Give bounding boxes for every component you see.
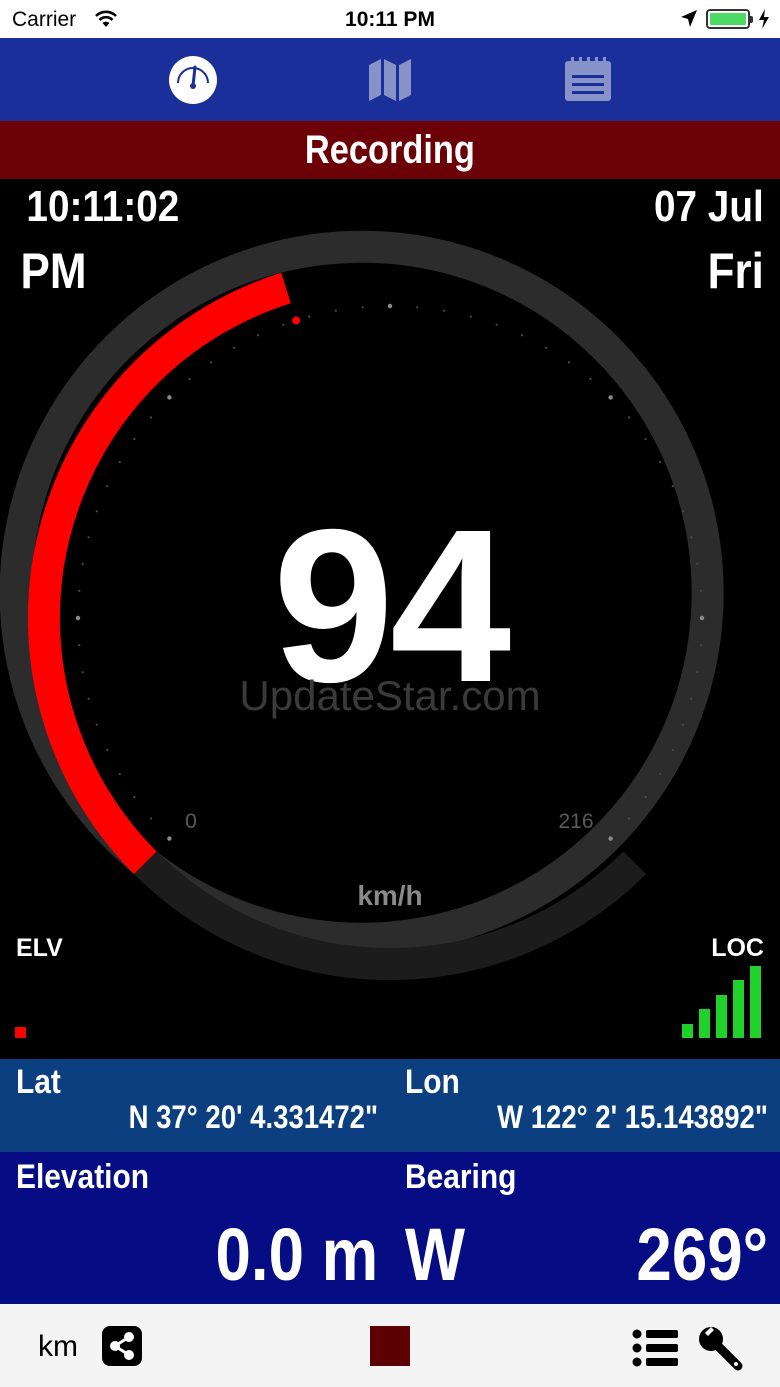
gauge-tick <box>469 315 472 318</box>
gauge-tick <box>682 723 685 726</box>
status-bar: Carrier 10:11 PM <box>0 0 780 38</box>
gauge-tick <box>188 377 191 381</box>
longitude-label: Lon <box>405 1063 460 1101</box>
gauge-tick <box>589 377 592 381</box>
gauge-tick <box>699 644 702 647</box>
tab-log[interactable] <box>561 53 615 107</box>
recording-banner: Recording <box>0 121 780 179</box>
gauge-tick <box>699 589 702 592</box>
recording-label: Recording <box>304 128 476 172</box>
gauge-tick <box>644 795 647 799</box>
signal-bar <box>750 966 761 1038</box>
gauge-tick <box>608 395 613 400</box>
signal-bar <box>733 980 744 1038</box>
list-button[interactable] <box>632 1328 680 1368</box>
charging-bolt-icon <box>758 9 770 35</box>
gauge-tick <box>106 748 109 752</box>
gauge-tick <box>282 323 285 326</box>
gauge-tick <box>659 460 662 464</box>
speed-unit-label: km/h <box>357 880 422 911</box>
gauge-tick <box>387 303 393 309</box>
speedometer-icon <box>169 56 217 104</box>
longitude-value: W 122° 2' 15.143892" <box>497 1099 768 1135</box>
location-signal-bars <box>682 966 768 1038</box>
gauge-max-label: 216 <box>558 810 593 833</box>
gauge-tick <box>416 306 419 309</box>
gauge-tick <box>671 748 674 752</box>
gauge-tick <box>308 315 311 318</box>
gauge-tick <box>149 817 153 820</box>
latitude-value: N 37° 20' 4.331472" <box>128 1099 378 1135</box>
gauge-tick <box>334 309 337 312</box>
gauge-min-label: 0 <box>185 810 197 833</box>
gauge-tick <box>608 836 613 841</box>
map-icon <box>369 59 411 101</box>
gauge-tick <box>106 485 109 488</box>
share-button[interactable] <box>102 1326 142 1366</box>
gauge-tick <box>544 346 548 349</box>
gauge-tick <box>78 589 81 592</box>
gauge-tick <box>671 485 674 488</box>
gauge-tick <box>167 395 172 400</box>
settings-button[interactable] <box>696 1324 744 1372</box>
gauge-tick <box>495 323 498 326</box>
unit-toggle[interactable]: km <box>38 1330 78 1364</box>
bottom-toolbar: km <box>0 1304 780 1387</box>
gauge-tick <box>699 615 705 621</box>
status-time: 10:11 PM <box>345 8 435 31</box>
gauge-tick <box>232 346 236 349</box>
gauge-tick <box>118 460 121 464</box>
gauge-tick <box>75 615 81 621</box>
latitude-label: Lat <box>16 1063 61 1101</box>
elevation-label: Elevation <box>16 1158 150 1196</box>
gauge-tick <box>133 795 136 799</box>
gauge-tick <box>696 562 699 565</box>
watermark: UpdateStar.com <box>239 672 541 719</box>
gauge-tick <box>95 510 98 513</box>
bearing-label: Bearing <box>405 1158 517 1196</box>
tab-bar <box>0 38 780 121</box>
gauge-tick <box>443 309 446 312</box>
gauge-tick <box>659 772 662 776</box>
gauge-tick <box>690 536 693 539</box>
signal-bar <box>682 1023 693 1038</box>
gauge-tick <box>87 536 90 539</box>
gauge-tick <box>627 817 631 820</box>
elevation-indicator-dot <box>15 1027 26 1038</box>
gauge-needle-dot <box>292 316 301 325</box>
tab-map[interactable] <box>363 53 417 107</box>
gauge-tick <box>644 437 647 441</box>
tab-speedometer[interactable] <box>166 53 220 107</box>
gauge-tick <box>78 644 81 647</box>
gauge-tick <box>118 772 121 776</box>
bearing-direction: W <box>405 1213 466 1296</box>
gauge-tick <box>627 416 631 419</box>
list-icon <box>632 1329 678 1367</box>
gauge-tick <box>567 361 571 364</box>
stop-recording-button[interactable] <box>370 1326 410 1366</box>
readouts-panel: Elevation 0.0 m Bearing W 269° <box>0 1152 780 1304</box>
share-icon <box>102 1326 142 1366</box>
gauge-tick <box>133 437 136 441</box>
coordinates-panel: Lat N 37° 20' 4.331472" Lon W 122° 2' 15… <box>0 1059 780 1152</box>
gauge-tick <box>167 836 172 841</box>
location-arrow-icon <box>680 9 698 35</box>
bearing-degrees: 269° <box>636 1213 768 1296</box>
battery-icon <box>706 9 753 29</box>
elevation-value: 0.0 m <box>215 1213 378 1296</box>
gauge-tick <box>95 723 98 726</box>
gauge-tick <box>682 510 685 513</box>
gauge-tick <box>361 306 364 309</box>
gauge-tick <box>149 416 153 419</box>
gauge-tick <box>81 562 84 565</box>
signal-bar <box>716 994 727 1038</box>
gauge-tick <box>520 334 524 337</box>
signal-bar <box>699 1009 710 1038</box>
wrench-icon <box>699 1327 743 1371</box>
gauge-tick <box>257 334 260 337</box>
elevation-indicator-label: ELV <box>16 934 63 962</box>
location-indicator-label: LOC <box>711 934 764 962</box>
notepad-icon <box>565 57 611 101</box>
gauge-tick <box>209 361 213 364</box>
